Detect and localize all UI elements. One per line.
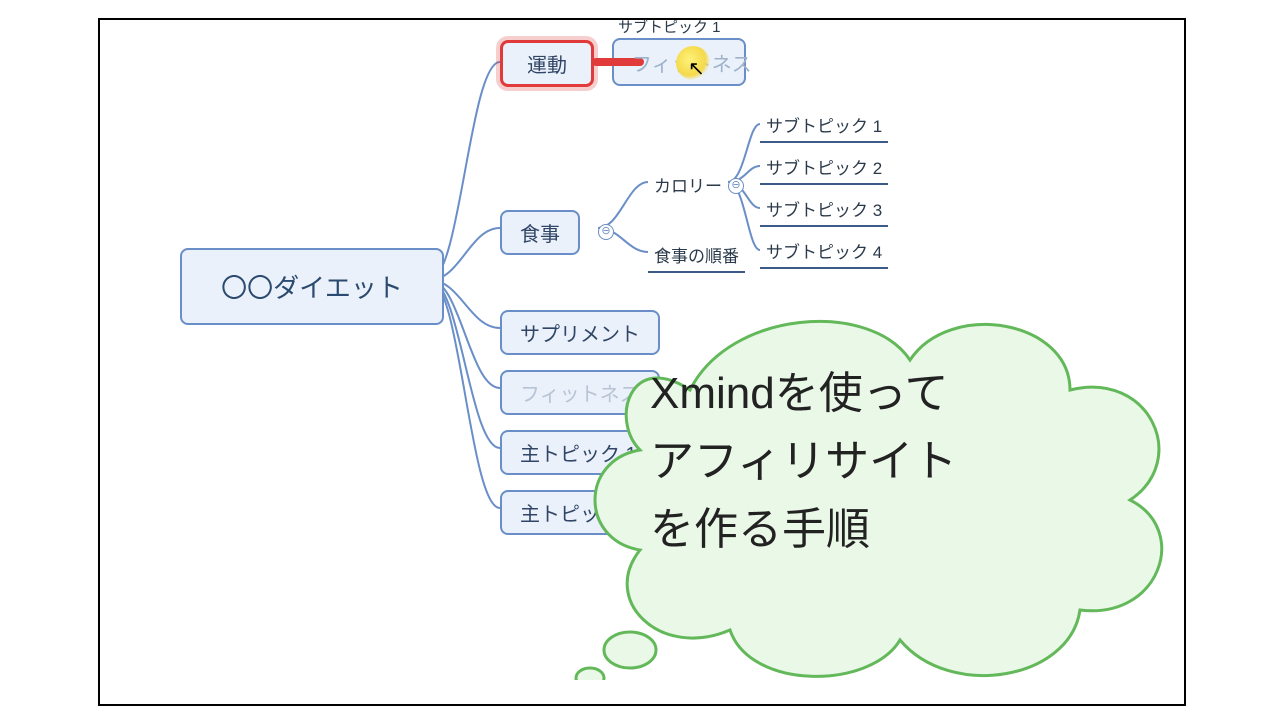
instruction-banner-label: 選択+ドラッグ移動 xyxy=(136,624,428,673)
slide-frame: 〇〇ダイエット 運動 サブトピック 1 フィットネス ↖ 食事 ⊖ カロリー ⊖… xyxy=(98,18,1186,706)
callout-text: Xmindを使って アフィリサイト を作る手順 xyxy=(650,360,957,565)
branch-meal[interactable]: 食事 xyxy=(500,210,580,255)
callout-line-2: アフィリサイト xyxy=(650,428,957,496)
subtopic-1[interactable]: サブトピック 1 xyxy=(760,112,888,143)
subtopic-calorie[interactable]: カロリー xyxy=(648,172,728,201)
root-topic[interactable]: 〇〇ダイエット xyxy=(180,248,444,325)
branch-exercise[interactable]: 運動 xyxy=(500,40,594,87)
instruction-banner: 選択+ドラッグ移動 xyxy=(100,608,616,688)
callout-line-1: Xmindを使って xyxy=(650,360,957,428)
subtopic-4[interactable]: サブトピック 4 xyxy=(760,238,888,269)
stage: 〇〇ダイエット 運動 サブトピック 1 フィットネス ↖ 食事 ⊖ カロリー ⊖… xyxy=(0,0,1280,720)
mindmap-canvas[interactable]: 〇〇ダイエット 運動 サブトピック 1 フィットネス ↖ 食事 ⊖ カロリー ⊖… xyxy=(100,20,1184,704)
subtopic-3[interactable]: サブトピック 3 xyxy=(760,196,888,227)
collapse-toggle-meal[interactable]: ⊖ xyxy=(598,224,614,240)
callout-line-3: を作る手順 xyxy=(650,496,957,564)
collapse-toggle-calorie[interactable]: ⊖ xyxy=(728,178,744,194)
cursor-highlight xyxy=(676,46,710,80)
subtopic-meal-order[interactable]: 食事の順番 xyxy=(648,242,745,273)
subtopic-2[interactable]: サブトピック 2 xyxy=(760,154,888,185)
drag-target-fitness[interactable]: フィットネス ↖ xyxy=(612,38,746,86)
callout-cloud: Xmindを使って アフィリサイト を作る手順 xyxy=(570,280,1180,680)
subtopic-header-exercise: サブトピック 1 xyxy=(618,16,721,37)
